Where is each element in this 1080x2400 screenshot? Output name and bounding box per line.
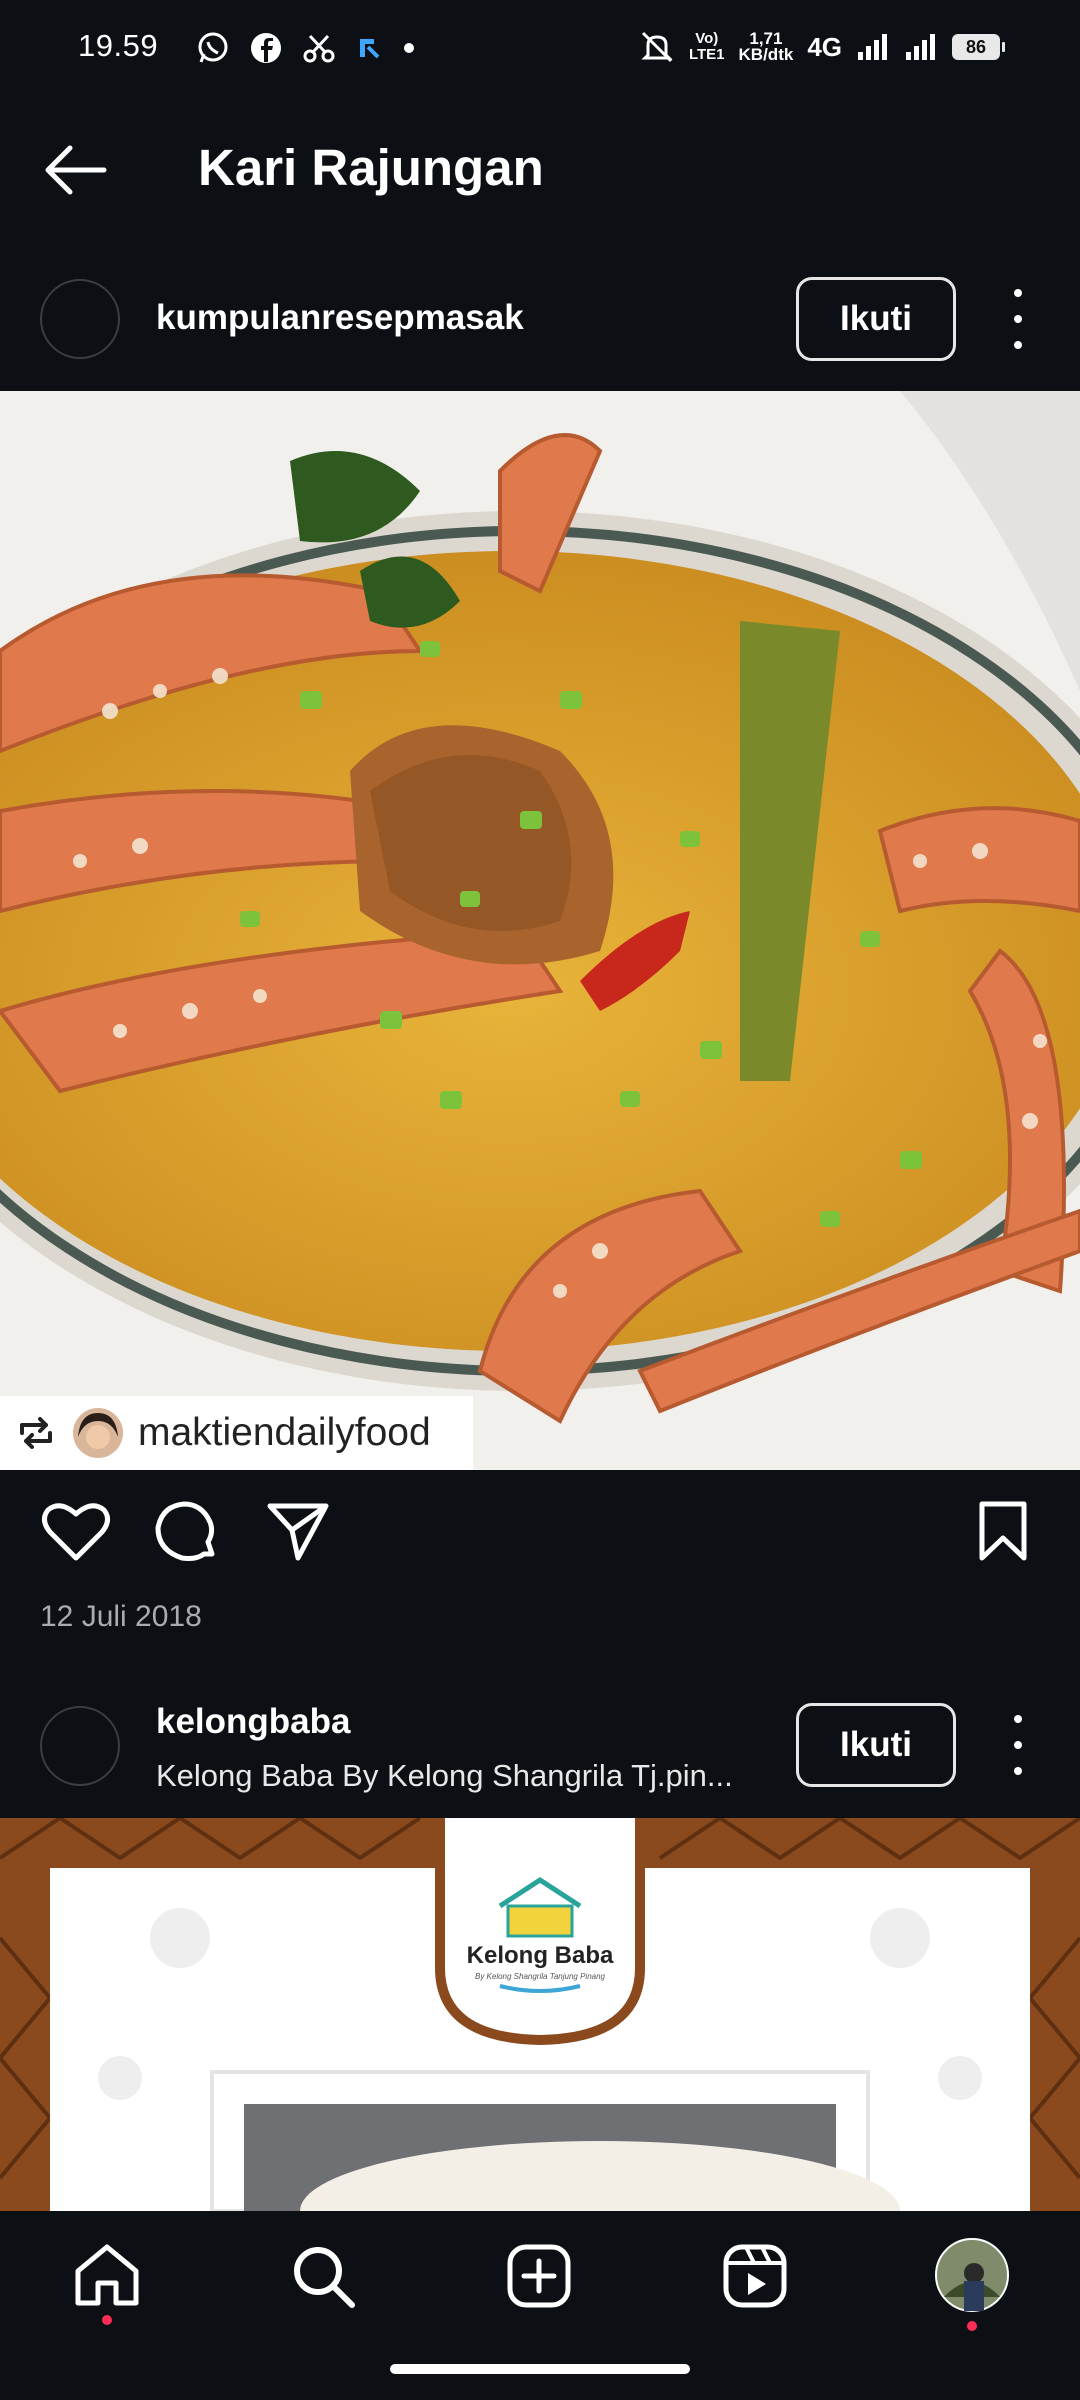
post-image[interactable]: Kelong Baba By Kelong Shangrila Tanjung … <box>0 1818 1080 2211</box>
nav-reels[interactable] <box>722 2243 788 2314</box>
arrow-left-icon <box>45 145 107 195</box>
reels-icon <box>723 2244 787 2308</box>
status-bar: 19.59 Vo) LTE1 1,71 KB/dtk 4G 86 <box>0 0 1080 96</box>
post-username[interactable]: kumpulanresepmasak <box>156 298 524 338</box>
scissor-app-icon <box>303 34 335 63</box>
logo-tagline: By Kelong Shangrila Tanjung Pinang <box>474 1972 606 1981</box>
nav-create[interactable] <box>506 2243 572 2314</box>
search-icon <box>294 2247 355 2308</box>
gesture-home-indicator[interactable] <box>390 2364 690 2374</box>
facebook-icon <box>251 33 281 63</box>
speed-indicator: 1,71 KB/dtk <box>738 30 794 64</box>
status-time: 19.59 <box>78 28 159 63</box>
volte-top: Vo) <box>695 30 719 47</box>
notification-dot <box>967 2321 977 2331</box>
bookmark-icon[interactable] <box>976 1500 1030 1562</box>
repost-icon <box>20 1417 52 1449</box>
system-icons: Vo) LTE1 1,71 KB/dtk 4G 86 <box>639 22 1005 72</box>
heart-icon[interactable] <box>40 1500 112 1564</box>
repost-attribution[interactable]: maktiendailyfood <box>0 1396 473 1470</box>
kelong-baba-banner <box>0 1818 1080 2211</box>
nav-profile[interactable] <box>934 2237 1010 2333</box>
volte-bottom: LTE1 <box>688 46 725 63</box>
post-location[interactable]: Kelong Baba By Kelong Shangrila Tj.pin..… <box>156 1758 756 1794</box>
share-icon[interactable] <box>264 1500 332 1564</box>
follow-button[interactable]: Ikuti <box>796 1703 956 1787</box>
page-title: Kari Rajungan <box>198 139 544 196</box>
nav-search[interactable] <box>290 2243 358 2316</box>
app-icon <box>360 39 380 59</box>
volte-indicator: Vo) LTE1 <box>689 31 725 63</box>
repost-avatar <box>73 1408 123 1458</box>
back-button[interactable] <box>40 140 110 200</box>
post-date: 12 Juli 2018 <box>40 1600 202 1633</box>
post-image[interactable] <box>0 391 1080 1470</box>
post-avatar[interactable] <box>40 1706 120 1786</box>
curry-crab-photo <box>0 391 1080 1470</box>
notification-dot <box>102 2315 112 2325</box>
network-type: 4G <box>807 31 842 62</box>
more-options-button[interactable] <box>1006 1715 1030 1775</box>
more-options-button[interactable] <box>1006 289 1030 349</box>
profile-avatar <box>935 2238 1009 2312</box>
battery-icon: 86 <box>952 34 1005 60</box>
whatsapp-icon <box>198 32 228 63</box>
repost-username: maktiendailyfood <box>138 1411 431 1454</box>
signal-icon <box>906 34 935 60</box>
post-avatar[interactable] <box>40 279 120 359</box>
home-icon <box>75 2244 139 2306</box>
comment-icon[interactable] <box>152 1498 220 1566</box>
notification-icons <box>196 28 416 68</box>
post-username[interactable]: kelongbaba <box>156 1702 350 1742</box>
signal-icon <box>858 34 887 60</box>
speed-unit: KB/dtk <box>738 45 794 64</box>
dot-icon <box>404 43 414 53</box>
mute-icon <box>641 31 673 63</box>
add-post-icon <box>507 2244 571 2308</box>
follow-button[interactable]: Ikuti <box>796 277 956 361</box>
nav-home[interactable] <box>72 2241 142 2327</box>
logo-text: Kelong Baba <box>466 1942 614 1969</box>
